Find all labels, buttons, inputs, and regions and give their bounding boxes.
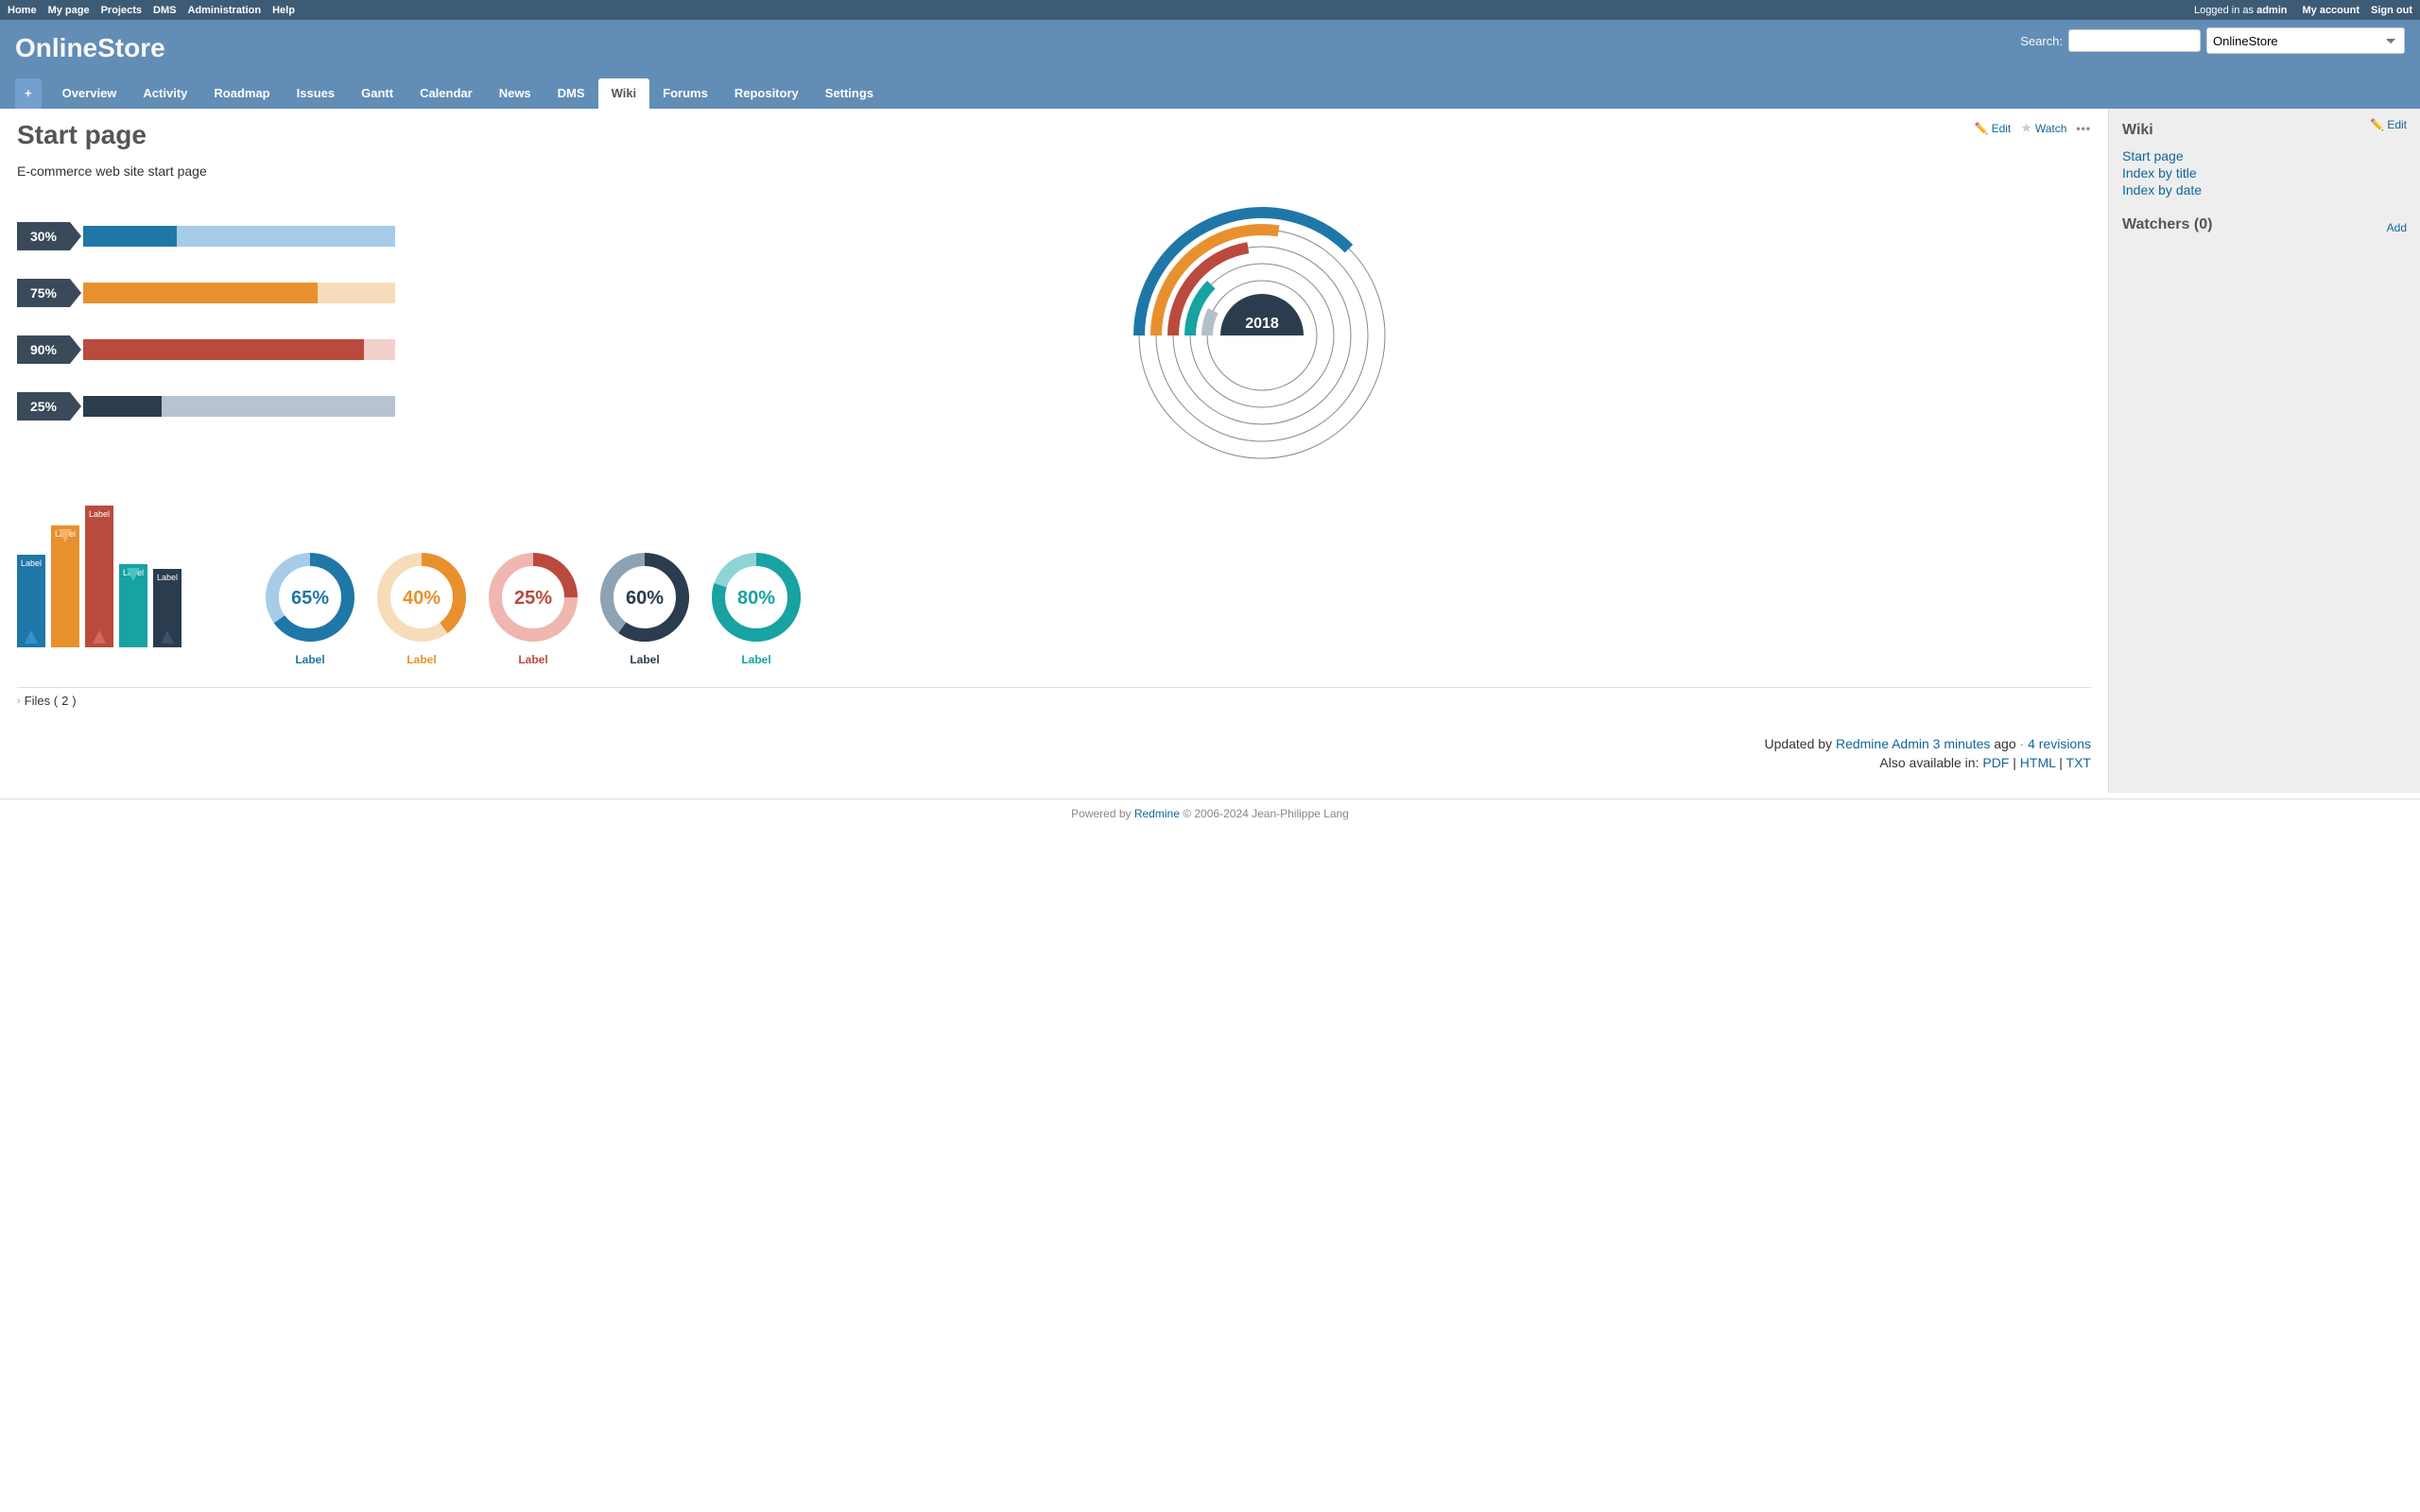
nav-my-account[interactable]: My account — [2302, 5, 2360, 16]
tab-forums[interactable]: Forums — [649, 78, 721, 109]
progress-fill — [83, 226, 177, 247]
footer: Powered by Redmine © 2006-2024 Jean-Phil… — [0, 799, 2420, 828]
progress-track — [83, 396, 395, 417]
donut: 40% Label — [374, 550, 469, 666]
chart-donuts: 65% Label 40% Label 25% Label 60% Label 80% Label — [263, 550, 804, 666]
svg-text:25%: 25% — [514, 588, 552, 609]
nav-administration[interactable]: Administration — [187, 5, 261, 16]
export-html[interactable]: HTML — [2020, 755, 2056, 770]
progress-track — [83, 226, 395, 247]
nav-sign-out[interactable]: Sign out — [2371, 5, 2412, 16]
new-object-button[interactable]: + — [15, 78, 42, 109]
tab-overview[interactable]: Overview — [49, 78, 130, 109]
tab-calendar[interactable]: Calendar — [406, 78, 486, 109]
main-menu: + Overview Activity Roadmap Issues Gantt… — [15, 78, 2405, 109]
sidebar: Edit Wiki Start page Index by title Inde… — [2108, 109, 2420, 793]
wiki-footer: Updated by Redmine Admin 3 minutes ago ·… — [17, 736, 2091, 770]
progress-track — [83, 339, 395, 360]
page-title: Start page — [17, 120, 2091, 150]
chart-radial: 2018 — [433, 194, 2091, 477]
nav-projects[interactable]: Projects — [101, 5, 142, 16]
add-watcher-link[interactable]: Add — [2387, 221, 2407, 234]
sidebar-link-index-date[interactable]: Index by date — [2122, 182, 2202, 198]
progress-label: 90% — [17, 335, 70, 364]
watch-link[interactable]: Watch — [2020, 120, 2066, 136]
tab-settings[interactable]: Settings — [812, 78, 887, 109]
pencil-icon — [1975, 122, 1989, 135]
donut: 80% Label — [709, 550, 804, 666]
export-pdf[interactable]: PDF — [1982, 755, 2009, 770]
tab-roadmap[interactable]: Roadmap — [200, 78, 283, 109]
chart-progress-bars: 30% 75% 90% 25% — [17, 194, 395, 477]
revisions-link[interactable]: 4 revisions — [2028, 736, 2091, 751]
bar: Label — [85, 506, 113, 647]
star-icon — [2020, 120, 2032, 136]
pencil-icon — [2370, 118, 2384, 131]
logged-as: Logged in as admin — [2194, 5, 2287, 16]
updated-time-link[interactable]: 3 minutes — [1933, 736, 1991, 751]
sidebar-link-start-page[interactable]: Start page — [2122, 148, 2184, 163]
contextual-actions: Edit Watch ••• — [1975, 120, 2091, 136]
nav-dms[interactable]: DMS — [153, 5, 176, 16]
bar: Label — [51, 525, 79, 647]
progress-label: 25% — [17, 392, 70, 421]
chevron-right-icon: › — [17, 696, 21, 707]
bar: Label — [119, 564, 147, 647]
nav-my-page[interactable]: My page — [48, 5, 90, 16]
nav-home[interactable]: Home — [8, 5, 37, 16]
edit-page-link[interactable]: Edit — [1975, 122, 2012, 135]
export-txt[interactable]: TXT — [2066, 755, 2091, 770]
svg-text:40%: 40% — [403, 588, 441, 609]
donut-label: Label — [263, 653, 357, 666]
donut: 60% Label — [597, 550, 692, 666]
wiki-content: E-commerce web site start page 30% 75% 90%… — [17, 163, 2091, 770]
tab-dms[interactable]: DMS — [544, 78, 598, 109]
progress-fill — [83, 396, 162, 417]
tab-activity[interactable]: Activity — [130, 78, 200, 109]
bar: Label — [153, 569, 182, 647]
quick-search: Search: OnlineStore — [2020, 27, 2405, 54]
progress-label: 30% — [17, 222, 70, 250]
more-actions-icon[interactable]: ••• — [2076, 122, 2091, 135]
svg-text:65%: 65% — [291, 588, 329, 609]
donut-label: Label — [374, 653, 469, 666]
sidebar-wiki-heading: Wiki — [2122, 122, 2407, 139]
tab-wiki[interactable]: Wiki — [598, 78, 650, 109]
page-description: E-commerce web site start page — [17, 163, 2091, 179]
donut-label: Label — [597, 653, 692, 666]
donut-label: Label — [486, 653, 580, 666]
donut: 65% Label — [263, 550, 357, 666]
search-input[interactable] — [2068, 29, 2201, 52]
sidebar-watchers-heading: Watchers (0) — [2122, 216, 2212, 233]
tab-issues[interactable]: Issues — [284, 78, 348, 109]
progress-label: 75% — [17, 279, 70, 307]
svg-text:60%: 60% — [626, 588, 664, 609]
tab-news[interactable]: News — [486, 78, 544, 109]
donut-label: Label — [709, 653, 804, 666]
nav-help[interactable]: Help — [272, 5, 295, 16]
tab-gantt[interactable]: Gantt — [348, 78, 406, 109]
progress-track — [83, 283, 395, 303]
top-menu: Home My page Projects DMS Administration… — [0, 0, 2420, 20]
logged-user-link[interactable]: admin — [2256, 5, 2287, 16]
redmine-link[interactable]: Redmine — [1134, 807, 1180, 820]
sidebar-link-index-title[interactable]: Index by title — [2122, 165, 2197, 180]
header: Search: OnlineStore OnlineStore + Overvi… — [0, 20, 2420, 109]
chart-vertical-bars: LabelLabelLabelLabelLabel — [17, 506, 206, 666]
files-toggle[interactable]: › Files (2) — [17, 687, 2091, 708]
content: Edit Watch ••• Start page E-commerce web… — [0, 109, 2108, 793]
search-label: Search: — [2020, 34, 2063, 48]
project-select[interactable]: OnlineStore — [2206, 27, 2405, 54]
top-menu-left: Home My page Projects DMS Administration… — [8, 5, 295, 16]
donut: 25% Label — [486, 550, 580, 666]
svg-text:80%: 80% — [737, 588, 775, 609]
progress-fill — [83, 339, 364, 360]
svg-text:2018: 2018 — [1245, 316, 1279, 332]
bar: Label — [17, 555, 45, 647]
author-link[interactable]: Redmine Admin — [1836, 736, 1929, 751]
sidebar-edit-link[interactable]: Edit — [2370, 118, 2407, 131]
progress-fill — [83, 283, 318, 303]
tab-repository[interactable]: Repository — [721, 78, 812, 109]
